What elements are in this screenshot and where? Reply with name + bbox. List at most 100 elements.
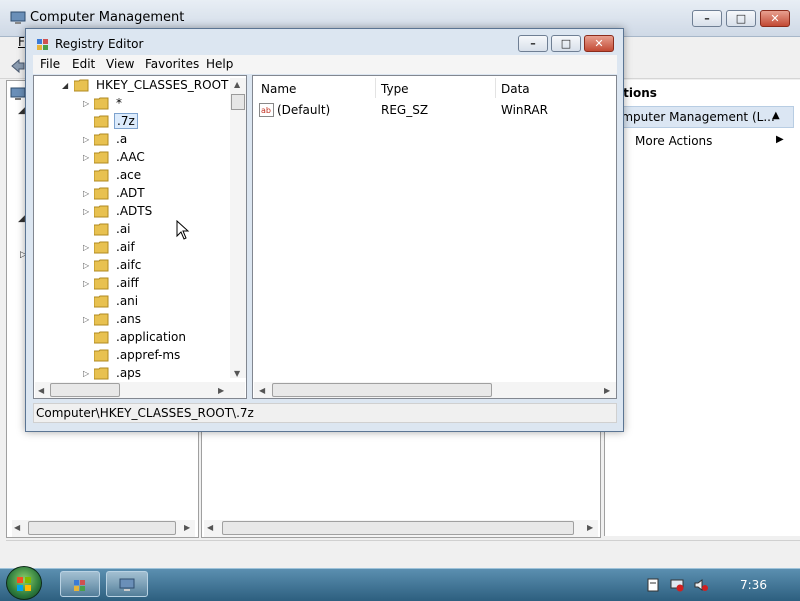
- cm-statusbar: [6, 540, 800, 565]
- menu-view[interactable]: View: [106, 57, 134, 71]
- tree-item[interactable]: .application: [56, 329, 228, 347]
- computer-management-icon: [10, 11, 26, 24]
- value-type: REG_SZ: [381, 103, 429, 117]
- tree-item[interactable]: ▷ .ans: [56, 311, 228, 329]
- tree-collapsed-icon[interactable]: ▷: [83, 153, 89, 162]
- tree-item[interactable]: .ace: [56, 167, 228, 185]
- re-close-button[interactable]: ✕: [584, 35, 614, 52]
- tree-item[interactable]: ▷ .aps: [56, 365, 228, 383]
- tree-collapsed-icon[interactable]: ▷: [83, 369, 89, 378]
- tree-hscroll-thumb[interactable]: [50, 383, 120, 397]
- value-name[interactable]: (Default): [277, 103, 330, 117]
- column-header-data[interactable]: Data: [501, 82, 530, 96]
- tree-collapsed-icon[interactable]: ▷: [83, 207, 89, 216]
- tree-item[interactable]: .ani: [56, 293, 228, 311]
- mouse-cursor-icon: [176, 220, 190, 240]
- value-data: WinRAR: [501, 103, 548, 117]
- scroll-left-icon[interactable]: ◀: [38, 386, 44, 395]
- tree-item-label: .appref-ms: [116, 348, 181, 362]
- folder-icon: [94, 205, 109, 218]
- tree-item[interactable]: ▷ .aifc: [56, 257, 228, 275]
- tree-item-label: .7z: [114, 113, 138, 129]
- tree-item-label: .application: [116, 330, 187, 344]
- tree-collapsed-icon[interactable]: ▷: [83, 261, 89, 270]
- tree-root-label: HKEY_CLASSES_ROOT: [96, 78, 229, 92]
- re-minimize-button[interactable]: –: [518, 35, 548, 52]
- actions-selected-label: omputer Management (L...: [614, 110, 775, 124]
- scroll-left-icon[interactable]: ◀: [14, 523, 20, 532]
- tree-item[interactable]: .appref-ms: [56, 347, 228, 365]
- tree-item[interactable]: ▷ .a: [56, 131, 228, 149]
- cm-tree-hscroll-thumb[interactable]: [28, 521, 176, 535]
- maximize-icon: □: [560, 37, 572, 50]
- taskbar-registry-editor[interactable]: [60, 571, 100, 597]
- tree-collapsed-icon[interactable]: ▷: [83, 315, 89, 324]
- tree-item[interactable]: .ai: [56, 221, 228, 239]
- submenu-arrow-icon: ▶: [776, 134, 784, 145]
- cm-menu-file[interactable]: F: [18, 35, 25, 49]
- tree-collapsed-icon[interactable]: ▷: [83, 279, 89, 288]
- collapse-up-icon[interactable]: ▲: [772, 110, 780, 121]
- column-header-type[interactable]: Type: [381, 82, 409, 96]
- scroll-left-icon[interactable]: ◀: [259, 386, 265, 395]
- folder-icon: [94, 295, 109, 308]
- tree-item[interactable]: ▷ .aif: [56, 239, 228, 257]
- menu-help[interactable]: Help: [206, 57, 233, 71]
- tree-expanded-icon[interactable]: ◢: [18, 106, 25, 116]
- folder-icon: [94, 331, 109, 344]
- values-hscroll-thumb[interactable]: [272, 383, 492, 397]
- tree-root-row[interactable]: ◢ HKEY_CLASSES_ROOT: [56, 77, 228, 95]
- start-button[interactable]: [6, 566, 42, 600]
- scroll-right-icon[interactable]: ▶: [604, 386, 610, 395]
- cm-close-button[interactable]: ✕: [760, 10, 790, 27]
- menu-file[interactable]: File: [40, 57, 60, 71]
- tree-item[interactable]: ▷ .AAC: [56, 149, 228, 167]
- minimize-icon: –: [530, 37, 536, 50]
- scroll-right-icon[interactable]: ▶: [218, 386, 224, 395]
- tree-item[interactable]: ▷ .ADTS: [56, 203, 228, 221]
- taskbar-computer-management[interactable]: [106, 571, 148, 597]
- tree-item-label: .aps: [116, 366, 142, 380]
- cm-center-hscroll-thumb[interactable]: [222, 521, 574, 535]
- folder-icon: [94, 349, 109, 362]
- back-arrow-icon[interactable]: [10, 58, 26, 74]
- more-actions-link[interactable]: More Actions: [635, 134, 712, 148]
- tree-expanded-icon[interactable]: ◢: [18, 214, 25, 224]
- tree-expanded-icon[interactable]: ◢: [62, 81, 68, 90]
- tree-vscroll-thumb[interactable]: [231, 94, 245, 110]
- tree-vscrollbar[interactable]: [230, 78, 246, 378]
- scroll-right-icon[interactable]: ▶: [184, 523, 190, 532]
- menu-favorites[interactable]: Favorites: [145, 57, 199, 71]
- registry-editor-icon: [74, 580, 85, 591]
- menu-edit[interactable]: Edit: [72, 57, 95, 71]
- taskbar-clock[interactable]: 7:36: [740, 578, 767, 592]
- tree-collapsed-icon[interactable]: ▷: [83, 243, 89, 252]
- scroll-up-icon[interactable]: ▲: [234, 80, 240, 89]
- tree-collapsed-icon[interactable]: ▷: [83, 135, 89, 144]
- network-disconnected-icon[interactable]: [670, 578, 684, 592]
- tree-item-label: .a: [116, 132, 128, 146]
- folder-icon: [94, 133, 109, 146]
- re-maximize-button[interactable]: □: [551, 35, 581, 52]
- scroll-right-icon[interactable]: ▶: [587, 523, 593, 532]
- tree-item[interactable]: .7z: [56, 113, 228, 131]
- status-key-path: Computer\HKEY_CLASSES_ROOT\.7z: [36, 406, 254, 420]
- string-value-icon: ab: [259, 103, 274, 117]
- column-divider[interactable]: [495, 78, 496, 98]
- folder-icon: [94, 115, 109, 128]
- tree-item[interactable]: ▷ *: [56, 95, 228, 113]
- tree-item[interactable]: ▷ .aiff: [56, 275, 228, 293]
- close-icon: ✕: [770, 12, 780, 25]
- scroll-left-icon[interactable]: ◀: [207, 523, 213, 532]
- action-center-icon[interactable]: [646, 578, 660, 592]
- column-divider[interactable]: [375, 78, 376, 98]
- tree-item-label: .ADT: [116, 186, 145, 200]
- volume-muted-icon[interactable]: [694, 578, 708, 592]
- column-header-name[interactable]: Name: [261, 82, 296, 96]
- tree-item[interactable]: ▷ .ADT: [56, 185, 228, 203]
- tree-collapsed-icon[interactable]: ▷: [83, 99, 89, 108]
- tree-collapsed-icon[interactable]: ▷: [83, 189, 89, 198]
- cm-maximize-button[interactable]: □: [726, 10, 756, 27]
- scroll-down-icon[interactable]: ▼: [234, 369, 240, 378]
- cm-minimize-button[interactable]: –: [692, 10, 722, 27]
